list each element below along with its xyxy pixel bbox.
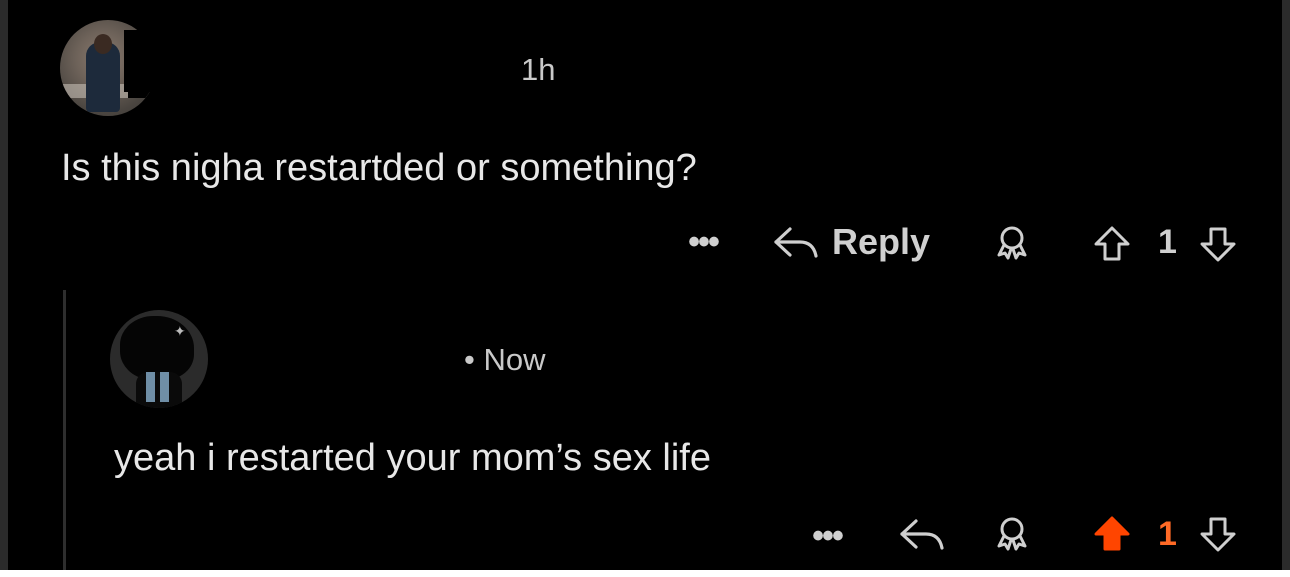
avatar-commenter-2[interactable]: ✦ — [110, 310, 208, 408]
avatar-head — [94, 34, 112, 54]
avatar-detail — [160, 372, 169, 402]
avatar-body — [136, 372, 182, 408]
reply-button[interactable]: Reply — [772, 222, 930, 262]
reply-label: Reply — [832, 221, 931, 262]
comment-body: yeah i restarted your mom’s sex life — [114, 437, 711, 479]
sparkle-icon: ✦ — [174, 323, 186, 339]
downvote-button[interactable] — [1198, 224, 1238, 264]
award-button[interactable] — [994, 515, 1030, 551]
downvote-arrow-icon — [1198, 514, 1238, 554]
upvote-arrow-icon — [1092, 224, 1132, 264]
vote-count: 1 — [1158, 223, 1177, 261]
downvote-button[interactable] — [1198, 514, 1238, 554]
username-redacted — [124, 30, 514, 92]
comment-thread: 1h Is this nigha restartded or something… — [0, 0, 1290, 570]
award-icon — [994, 515, 1030, 551]
upvote-button[interactable] — [1092, 224, 1132, 264]
more-options-button[interactable]: ••• — [680, 225, 726, 259]
reply-button[interactable] — [898, 514, 948, 554]
award-icon — [994, 224, 1030, 260]
downvote-arrow-icon — [1198, 224, 1238, 264]
upvote-button-active[interactable] — [1092, 514, 1132, 554]
more-options-button[interactable]: ••• — [804, 519, 850, 553]
reply-arrow-icon — [898, 516, 948, 552]
comment-timestamp: • Now — [464, 342, 546, 377]
comment-timestamp: 1h — [521, 52, 556, 87]
upvote-arrow-icon — [1092, 514, 1132, 554]
thread-line[interactable] — [63, 290, 66, 570]
reply-arrow-icon — [772, 224, 822, 260]
avatar-detail — [146, 372, 155, 402]
vote-count: 1 — [1158, 515, 1177, 553]
comment-body: Is this nigha restartded or something? — [61, 147, 697, 189]
award-button[interactable] — [994, 224, 1030, 260]
